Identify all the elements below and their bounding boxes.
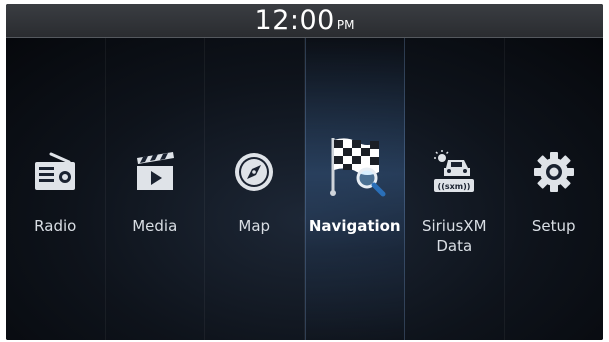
- infotainment-screen: 12:00 PM Radio Media Map Navigation ((sx…: [6, 4, 603, 340]
- radio-icon: [35, 152, 76, 190]
- menu-siriusxm-data[interactable]: ((sxm)) SiriusXM Data: [405, 38, 505, 340]
- home-menu: Radio Media Map Navigation ((sxm)) Siriu…: [6, 38, 603, 340]
- menu-media-label: Media: [132, 217, 178, 235]
- clock: 12:00 PM: [6, 4, 603, 42]
- checkered-flag-icon: [329, 138, 386, 197]
- clock-time: 12:00: [254, 5, 335, 36]
- menu-radio[interactable]: Radio: [6, 38, 106, 340]
- menu-navigation[interactable]: Navigation: [304, 38, 405, 340]
- menu-siriusxm-data-label: SiriusXM Data: [405, 216, 504, 256]
- menu-map-label: Map: [238, 217, 271, 235]
- menu-navigation-label: Navigation: [308, 217, 401, 235]
- status-bar: 12:00 PM: [6, 4, 603, 38]
- sxm-badge: ((sxm)): [438, 182, 471, 191]
- gear-icon: [533, 152, 574, 192]
- sxm-car-icon: ((sxm)): [434, 150, 475, 192]
- menu-setup[interactable]: Setup: [505, 38, 604, 340]
- menu-siriusxm-label-line1: SiriusXM: [421, 217, 487, 235]
- menu-radio-label: Radio: [34, 217, 77, 235]
- clock-ampm: PM: [336, 18, 355, 32]
- menu-media[interactable]: Media: [106, 38, 205, 340]
- media-icon: [136, 152, 174, 190]
- menu-siriusxm-label-line2: Data: [436, 237, 473, 255]
- menu-setup-label: Setup: [531, 217, 576, 235]
- menu-map[interactable]: Map: [205, 38, 305, 340]
- compass-icon: [235, 153, 274, 191]
